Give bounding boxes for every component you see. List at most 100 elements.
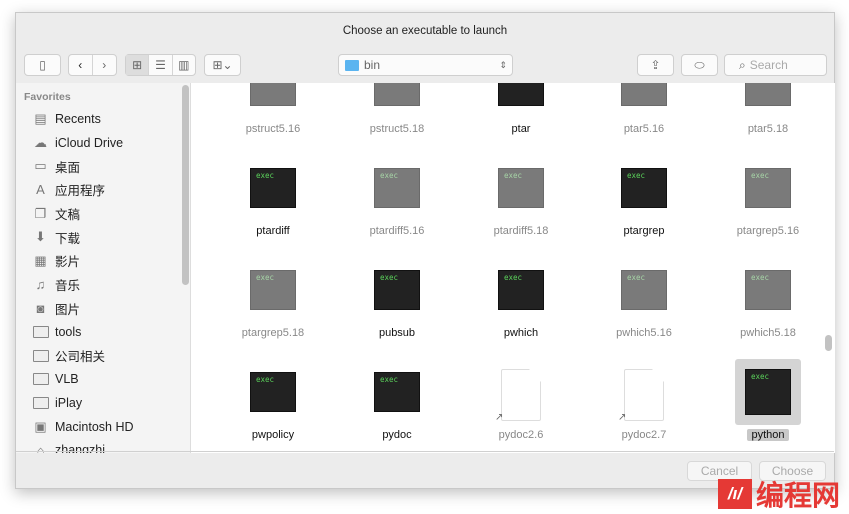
forward-button[interactable]: › [93, 55, 116, 75]
file-name: pwpolicy [251, 429, 295, 441]
sidebar-item[interactable]: ▦ 影片 [16, 249, 190, 273]
file-name: pubsub [378, 327, 416, 339]
exec-terminal-icon: exec [247, 165, 299, 211]
location-popup[interactable]: bin ⇕ [338, 54, 513, 76]
document-alias-icon: ↗ [495, 369, 547, 423]
file-item[interactable]: exec ptargrep [589, 165, 699, 237]
sidebar-item-label: 公司相关 [55, 350, 106, 365]
file-item[interactable]: exec pwhich [466, 267, 576, 339]
documents-icon: ❐ [34, 205, 47, 221]
search-icon: ⌕ [739, 57, 746, 72]
nav-buttons: ‹ › [68, 54, 117, 76]
file-item[interactable]: exec pwhich5.16 [589, 267, 699, 339]
sidebar-item[interactable]: iPlay [16, 391, 190, 415]
file-item[interactable]: exec python [713, 359, 823, 441]
cloud-icon: ☁ [34, 134, 47, 150]
disk-icon: ▣ [34, 418, 47, 434]
exec-terminal-icon: exec [618, 165, 670, 211]
file-item[interactable]: exec ptardiff5.18 [466, 165, 576, 237]
sidebar-item[interactable]: 公司相关 [16, 344, 190, 368]
sidebar-item-label: VLB [55, 372, 79, 387]
grid-dropdown-icon: ⊞⌄ [212, 58, 233, 72]
file-item[interactable]: exec ptargrep5.16 [713, 165, 823, 237]
watermark-logo: /ı/编程网 [718, 474, 840, 514]
file-item[interactable]: exec ptardiff [218, 165, 328, 237]
folder-icon [345, 59, 359, 71]
sidebar-item-label: Macintosh HD [55, 419, 134, 434]
dialog-title: Choose an executable to launch [342, 25, 508, 37]
sidebar-item[interactable]: ☁ iCloud Drive [16, 131, 190, 155]
tag-icon: ⬭ [694, 57, 705, 72]
folder-icon [32, 396, 49, 411]
sidebar-item[interactable]: ⬇ 下载 [16, 225, 190, 249]
sidebar-item-label: 图片 [55, 302, 81, 317]
file-item[interactable]: exec pubsub [342, 267, 452, 339]
file-item[interactable]: exec ptargrep5.18 [218, 267, 328, 339]
view-mode-control: ⊞ ☰ ▥ [125, 54, 196, 76]
sidebar-item-label: 影片 [55, 255, 81, 270]
file-name: pydoc [382, 429, 412, 441]
file-item[interactable]: exec ptardiff5.16 [342, 165, 452, 237]
column-view-button[interactable]: ▥ [173, 55, 195, 75]
file-name: pwhich5.18 [740, 327, 796, 339]
download-icon: ⬇ [35, 229, 46, 245]
exec-terminal-icon: exec [247, 267, 299, 313]
tag-button[interactable]: ⬭ [681, 54, 718, 76]
sidebar-item[interactable]: ▭ 桌面 [16, 154, 190, 178]
folder-icon [32, 372, 49, 387]
location-label: bin [364, 58, 381, 72]
file-name: pstruct5.16 [245, 123, 301, 135]
group-by-button[interactable]: ⊞⌄ [204, 54, 241, 76]
sidebar-toggle-button[interactable]: ▯ [24, 54, 61, 76]
exec-terminal-icon: exec [742, 83, 794, 109]
file-item[interactable]: exec pwpolicy [218, 369, 328, 441]
sidebar-item[interactable]: VLB [16, 368, 190, 392]
sidebar-item[interactable]: ▤ Recents [16, 107, 190, 131]
sidebar-item[interactable]: A 应用程序 [16, 178, 190, 202]
sidebar-item[interactable]: ▣ Macintosh HD [16, 415, 190, 439]
file-item[interactable]: exec pstruct5.16 [218, 83, 328, 135]
file-name: ptargrep5.18 [241, 327, 305, 339]
exec-terminal-icon: exec [371, 369, 423, 415]
file-name: ptardiff [256, 225, 290, 237]
file-item[interactable]: exec pydoc [342, 369, 452, 441]
sidebar-scrollbar[interactable] [182, 85, 189, 285]
file-name: ptar5.16 [623, 123, 665, 135]
sidebar-item[interactable]: ◙ 图片 [16, 297, 190, 321]
file-item[interactable]: exec ptar [466, 83, 576, 135]
share-button[interactable]: ⇪ [637, 54, 674, 76]
file-name: pydoc2.7 [621, 429, 667, 441]
file-name: pwhich5.16 [616, 327, 672, 339]
exec-terminal-icon: exec [495, 267, 547, 313]
file-item[interactable]: exec pwhich5.18 [713, 267, 823, 339]
search-field[interactable]: ⌕ Search [724, 54, 827, 76]
exec-terminal-icon: exec [371, 165, 423, 211]
back-button[interactable]: ‹ [69, 55, 93, 75]
sidebar-item-label: 下载 [55, 231, 81, 246]
exec-terminal-icon: exec [735, 359, 801, 425]
file-item[interactable]: exec ptar5.16 [589, 83, 699, 135]
file-name: ptardiff5.16 [369, 225, 425, 237]
file-item[interactable]: ↗ pydoc2.7 [589, 369, 699, 441]
open-dialog: Choose an executable to launch ▯ ‹ › ⊞ ☰… [15, 12, 835, 489]
sidebar-item[interactable]: ♫ 音乐 [16, 273, 190, 297]
exec-terminal-icon: exec [371, 83, 423, 109]
exec-terminal-icon: exec [247, 83, 299, 109]
bottom-bar: Cancel Choose [16, 451, 834, 488]
file-item[interactable]: ↗ pydoc2.6 [466, 369, 576, 441]
list-view-button[interactable]: ☰ [149, 55, 173, 75]
exec-terminal-icon: exec [618, 267, 670, 313]
sidebar-section-favorites: Favorites [24, 91, 71, 103]
sidebar-item-label: 音乐 [55, 279, 81, 294]
exec-terminal-icon: exec [742, 165, 794, 211]
exec-terminal-icon: exec [371, 267, 423, 313]
file-item[interactable]: exec ptar5.18 [713, 83, 823, 135]
camera-icon: ◙ [36, 300, 45, 316]
sidebar-item[interactable]: ❐ 文稿 [16, 202, 190, 226]
sidebar-item[interactable]: tools [16, 320, 190, 344]
music-icon: ♫ [35, 277, 46, 293]
icon-view-button[interactable]: ⊞ [126, 55, 150, 75]
file-item[interactable]: exec pstruct5.18 [342, 83, 452, 135]
content-scrollbar[interactable] [825, 335, 832, 351]
folder-icon [32, 348, 49, 363]
